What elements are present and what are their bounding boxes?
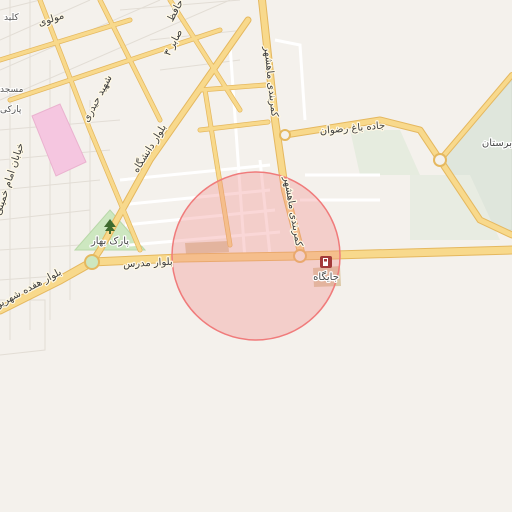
label-park[interactable]: پارک بهار [89,235,131,249]
green-area [350,130,420,175]
roundabout [279,129,291,141]
hospital-area [31,103,87,177]
label-road-north: کمربندی ماهشهر [261,45,279,118]
label-blvd-south: بلوار مدرس [123,257,173,271]
map-view[interactable]: جاده باغ رضوان کمربندی ماهشهر کمربندی ما… [0,0,512,512]
label-mosque: مسجد [0,85,24,95]
roundabout [84,254,100,270]
label-cemetery[interactable]: برستان [481,137,512,151]
search-radius-circle[interactable] [171,171,341,341]
roundabout [433,153,447,167]
label-street-top: کلید [4,13,19,23]
label-street-imam: خیابان امام خمینی [0,142,27,217]
fuel-icon[interactable] [320,256,332,268]
label-parking: پارکی [0,105,22,115]
label-gas-station[interactable]: جایگاه [312,270,340,285]
label-street-heydari: شهید حیدری [81,73,115,124]
map-canvas[interactable]: جاده باغ رضوان کمربندی ماهشهر کمربندی ما… [0,0,512,512]
